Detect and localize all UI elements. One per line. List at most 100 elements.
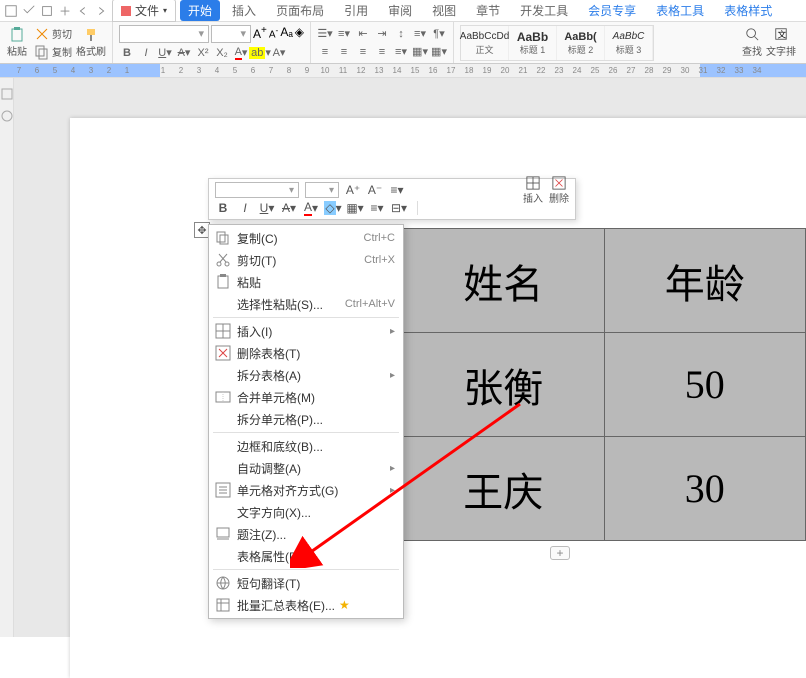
align-center-icon[interactable]: ≡ — [336, 44, 352, 60]
side-icon-2[interactable] — [1, 110, 13, 122]
underline-icon[interactable]: U▾ — [157, 45, 173, 61]
numbering-icon[interactable]: ≡▾ — [336, 26, 352, 42]
indent-icon[interactable]: ⇥ — [374, 26, 390, 42]
table-cell[interactable]: 50 — [604, 333, 806, 437]
distribute-icon[interactable]: ≡▾ — [393, 44, 409, 60]
sort-icon[interactable]: ↕ — [393, 26, 409, 42]
borders-icon[interactable]: ▦▾ — [431, 44, 447, 60]
tab-table-tools[interactable]: 表格工具 — [648, 0, 712, 21]
align-right-icon[interactable]: ≡ — [355, 44, 371, 60]
tab-reference[interactable]: 引用 — [336, 0, 376, 21]
cm-table-props[interactable]: 表格属性(R)... — [209, 545, 403, 567]
add-row-button[interactable]: + — [550, 546, 570, 560]
strike-icon[interactable]: A▾ — [176, 45, 192, 61]
cm-split-cells[interactable]: 拆分单元格(P)... — [209, 408, 403, 430]
cm-merge-cells[interactable]: 合并单元格(M) — [209, 386, 403, 408]
cm-cell-align[interactable]: 单元格对齐方式(G) ▸ — [209, 479, 403, 501]
style-h3[interactable]: AaBbC 标题 3 — [605, 26, 653, 60]
qa-icon-2[interactable] — [22, 4, 36, 18]
table-cell[interactable]: 30 — [604, 437, 806, 541]
style-normal[interactable]: AaBbCcDd 正文 — [461, 26, 509, 60]
clear-format-icon[interactable]: ◈ — [295, 25, 304, 43]
table-cell[interactable]: 年龄 — [604, 229, 806, 333]
cm-copy[interactable]: 复制(C) Ctrl+C — [209, 227, 403, 249]
grow-font-icon[interactable]: A+ — [253, 25, 267, 43]
style-h2[interactable]: AaBb( 标题 2 — [557, 26, 605, 60]
qa-icon-undo[interactable] — [76, 4, 90, 18]
cm-text-dir[interactable]: 文字方向(X)... — [209, 501, 403, 523]
file-tab[interactable]: 文件 ▾ — [112, 0, 176, 22]
italic-icon[interactable]: I — [138, 45, 154, 61]
cm-translate[interactable]: 短句翻译(T) — [209, 572, 403, 594]
format-painter-button[interactable]: 格式刷 — [76, 25, 106, 61]
mini-merge-icon[interactable]: ⊟▾ — [391, 200, 407, 216]
char-shade-icon[interactable]: A▾ — [271, 45, 287, 61]
bullets-icon[interactable]: ☰▾ — [317, 26, 333, 42]
style-h1[interactable]: AaBb 标题 1 — [509, 26, 557, 60]
mini-grow-font-icon[interactable]: A⁺ — [345, 182, 361, 198]
qa-icon-3[interactable] — [40, 4, 54, 18]
tab-review[interactable]: 审阅 — [380, 0, 420, 21]
qa-icon-1[interactable] — [4, 4, 18, 18]
paragraph-mark-icon[interactable]: ¶▾ — [431, 26, 447, 42]
cm-caption[interactable]: 题注(Z)... — [209, 523, 403, 545]
mini-font-combo[interactable]: ▾ — [215, 182, 299, 198]
table-row[interactable]: 王庆 30 — [403, 437, 806, 541]
paste-button[interactable]: 粘贴 — [4, 25, 30, 61]
shrink-font-icon[interactable]: A- — [269, 25, 278, 43]
table-row[interactable]: 姓名 年龄 — [403, 229, 806, 333]
outdent-icon[interactable]: ⇤ — [355, 26, 371, 42]
cm-insert[interactable]: 插入(I) ▸ — [209, 320, 403, 342]
mini-italic-icon[interactable]: I — [237, 200, 253, 216]
mini-shrink-font-icon[interactable]: A⁻ — [367, 182, 383, 198]
mini-bold-icon[interactable]: B — [215, 200, 231, 216]
cm-split-table[interactable]: 拆分表格(A) ▸ — [209, 364, 403, 386]
cm-borders[interactable]: 边框和底纹(B)... — [209, 435, 403, 457]
table-cell[interactable]: 张衡 — [403, 333, 605, 437]
mini-strike-icon[interactable]: A▾ — [281, 200, 297, 216]
tab-developer[interactable]: 开发工具 — [512, 0, 576, 21]
table-cell[interactable]: 姓名 — [403, 229, 605, 333]
mini-borders-icon[interactable]: ▦▾ — [347, 200, 363, 216]
cm-autofit[interactable]: 自动调整(A) ▸ — [209, 457, 403, 479]
tab-section[interactable]: 章节 — [468, 0, 508, 21]
tab-start[interactable]: 开始 — [180, 0, 220, 21]
cm-delete-table[interactable]: 删除表格(T) — [209, 342, 403, 364]
cm-paste[interactable]: 粘贴 — [209, 271, 403, 293]
cut-button[interactable]: 剪切 — [34, 26, 72, 42]
mini-size-combo[interactable]: ▾ — [305, 182, 339, 198]
align-left-icon[interactable]: ≡ — [317, 44, 333, 60]
superscript-icon[interactable]: X² — [195, 45, 211, 61]
document-table[interactable]: 姓名 年龄 张衡 50 王庆 30 — [402, 228, 806, 541]
cm-cut[interactable]: 剪切(T) Ctrl+X — [209, 249, 403, 271]
shading-icon[interactable]: ▦▾ — [412, 44, 428, 60]
styles-gallery[interactable]: AaBbCcDd 正文 AaBb 标题 1 AaBb( 标题 2 AaBbC 标… — [460, 25, 654, 61]
mini-highlight-icon[interactable]: ◇▾ — [325, 200, 341, 216]
mini-align-icon[interactable]: ≡▾ — [369, 200, 385, 216]
text-tool-button[interactable]: 文 文字排 — [766, 27, 796, 58]
tab-table-style[interactable]: 表格样式 — [716, 0, 780, 21]
change-case-icon[interactable]: Aₐ — [280, 25, 292, 43]
linespacing-icon[interactable]: ≡▾ — [412, 26, 428, 42]
side-icon-1[interactable] — [1, 88, 13, 100]
qa-icon-4[interactable] — [58, 4, 72, 18]
mini-linespacing-icon[interactable]: ≡▾ — [389, 182, 405, 198]
align-justify-icon[interactable]: ≡ — [374, 44, 390, 60]
highlight-icon[interactable]: ab▾ — [252, 45, 268, 61]
table-cell[interactable]: 王庆 — [403, 437, 605, 541]
tab-member[interactable]: 会员专享 — [580, 0, 644, 21]
mini-underline-icon[interactable]: U▾ — [259, 200, 275, 216]
bold-icon[interactable]: B — [119, 45, 135, 61]
tab-page-layout[interactable]: 页面布局 — [268, 0, 332, 21]
copy-button[interactable]: 复制 — [34, 44, 72, 60]
subscript-icon[interactable]: X₂ — [214, 45, 230, 61]
tab-view[interactable]: 视图 — [424, 0, 464, 21]
cm-summary[interactable]: 批量汇总表格(E)... ★ — [209, 594, 403, 616]
mini-font-color-icon[interactable]: A▾ — [303, 200, 319, 216]
font-size-combo[interactable]: ▾ — [211, 25, 251, 43]
table-row[interactable]: 张衡 50 — [403, 333, 806, 437]
font-name-combo[interactable]: ▾ — [119, 25, 209, 43]
qa-icon-redo[interactable] — [94, 4, 108, 18]
tab-insert[interactable]: 插入 — [224, 0, 264, 21]
font-color-icon[interactable]: A▾ — [233, 45, 249, 61]
